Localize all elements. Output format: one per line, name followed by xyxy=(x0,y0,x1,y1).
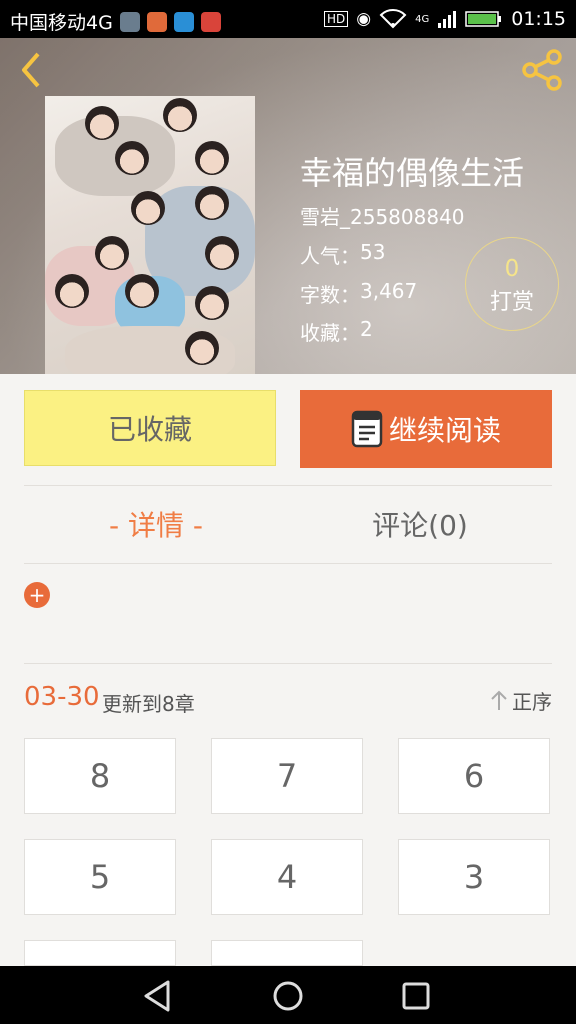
chapter-button[interactable]: 4 xyxy=(211,839,363,915)
book-header: 幸福的偶像生活 雪岩_255808840 人气： 53 字数： 3,467 收藏… xyxy=(0,38,576,374)
chapter-button[interactable]: 6 xyxy=(398,738,550,814)
back-button[interactable] xyxy=(14,50,54,90)
reward-count: 0 xyxy=(504,256,520,282)
popularity-stat: 人气： 53 xyxy=(300,240,385,269)
divider xyxy=(24,563,552,564)
status-bar: 中国移动4G HD ◉ 4G 01:15 xyxy=(0,0,576,38)
cloud-notification-icon xyxy=(200,11,221,32)
update-text: 更新到8章 xyxy=(102,692,195,716)
chapter-button[interactable]: 5 xyxy=(24,839,176,915)
collected-label: 已收藏 xyxy=(107,413,192,446)
update-date: 03-30 xyxy=(24,682,100,712)
chapter-button[interactable]: 7 xyxy=(211,738,363,814)
reward-button[interactable]: 0 打赏 xyxy=(465,237,559,331)
app-notification-icon xyxy=(119,11,140,32)
battery-icon xyxy=(465,11,502,27)
chapter-button[interactable] xyxy=(211,940,363,966)
book-title: 幸福的偶像生活 xyxy=(300,154,525,192)
share-button[interactable] xyxy=(520,48,566,92)
favorites-stat: 收藏： 2 xyxy=(300,317,373,346)
divider xyxy=(24,485,552,486)
home-nav-icon[interactable] xyxy=(270,978,306,1014)
chapter-number: 3 xyxy=(463,858,485,896)
divider xyxy=(24,663,552,664)
popularity-value: 53 xyxy=(360,240,386,264)
chapter-button[interactable]: 8 xyxy=(24,738,176,814)
book-icon xyxy=(351,410,383,448)
clock: 01:15 xyxy=(511,8,566,30)
tab-comments[interactable]: 评论(0) xyxy=(288,500,552,552)
app-notification-icon xyxy=(146,11,167,32)
chapter-number: 4 xyxy=(276,858,298,896)
continue-reading-label: 继续阅读 xyxy=(388,414,501,447)
share-icon xyxy=(522,49,562,91)
chapter-number: 7 xyxy=(276,757,298,795)
message-notification-icon xyxy=(173,11,194,32)
book-cover-image xyxy=(45,96,255,374)
wifi-icon xyxy=(379,9,407,29)
chapter-button[interactable]: 3 xyxy=(398,839,550,915)
plus-icon: + xyxy=(28,583,46,607)
favorites-value: 2 xyxy=(360,317,373,341)
reward-label: 打赏 xyxy=(489,290,534,315)
sort-label: 正序 xyxy=(512,690,552,714)
wordcount-value: 3,467 xyxy=(360,279,418,303)
signal-icon xyxy=(438,11,457,28)
chapter-number: 6 xyxy=(463,757,485,795)
chapter-number: 8 xyxy=(89,757,111,795)
recents-nav-icon[interactable] xyxy=(398,978,434,1014)
collected-button[interactable]: 已收藏 xyxy=(24,390,276,466)
author-name[interactable]: 雪岩_255808840 xyxy=(300,201,465,230)
hd-icon: HD xyxy=(324,11,349,27)
arrow-up-icon xyxy=(491,690,507,710)
chapter-button[interactable] xyxy=(24,940,176,966)
wordcount-stat: 字数： 3,467 xyxy=(300,279,417,308)
tab-detail[interactable]: - 详情 - xyxy=(24,500,288,552)
carrier-text: 中国移动4G xyxy=(10,12,113,34)
sort-toggle[interactable]: 正序 xyxy=(490,686,552,715)
back-nav-icon[interactable] xyxy=(140,978,176,1014)
network-type: 4G xyxy=(415,13,430,25)
continue-reading-button[interactable]: 继续阅读 xyxy=(300,390,552,468)
popularity-label: 人气： xyxy=(300,244,360,268)
expand-button[interactable]: + xyxy=(24,582,50,608)
favorites-label: 收藏： xyxy=(300,321,360,345)
system-navigation-bar xyxy=(0,966,576,1024)
eye-icon: ◉ xyxy=(356,9,372,29)
chevron-left-icon xyxy=(22,52,40,88)
wordcount-label: 字数： xyxy=(300,283,360,307)
chapter-number: 5 xyxy=(89,858,111,896)
